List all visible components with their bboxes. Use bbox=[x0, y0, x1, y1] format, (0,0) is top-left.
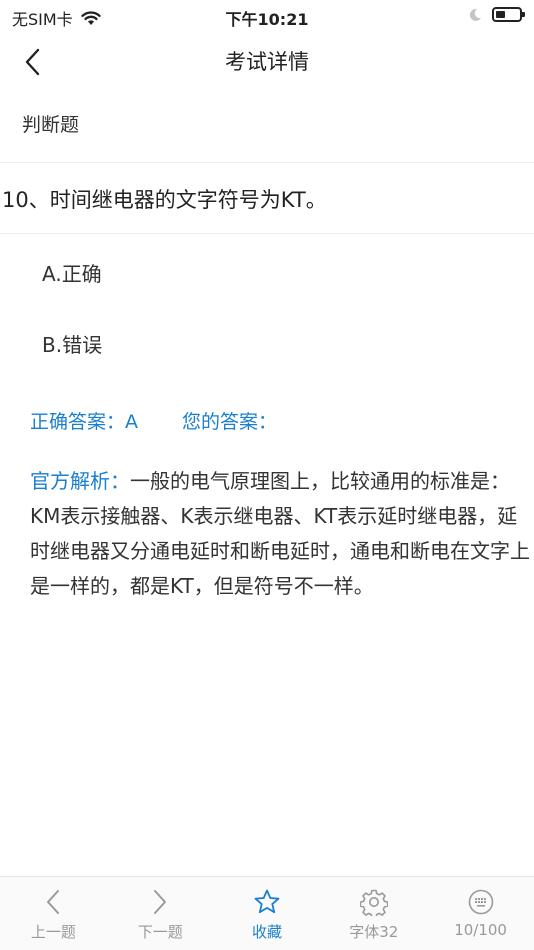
bottom-toolbar: 上一题 下一题 收藏 字体32 10/100 bbox=[0, 876, 534, 950]
clock: 下午10:21 bbox=[225, 10, 309, 29]
chevron-right-icon bbox=[154, 890, 167, 914]
official-analysis: 官方解析：一般的电气原理图上，比较通用的标准是：KM表示接触器、K表示继电器、K… bbox=[30, 464, 530, 604]
your-answer: 您的答案： bbox=[182, 411, 278, 433]
font-size-button[interactable]: 字体32 bbox=[320, 877, 427, 950]
page-title: 考试详情 bbox=[225, 50, 309, 74]
divider bbox=[0, 162, 534, 163]
option-b[interactable]: B.错误 bbox=[42, 329, 102, 358]
star-icon bbox=[254, 889, 280, 914]
previous-question-label: 上一题 bbox=[30, 923, 76, 941]
navigation-bar: 考试详情 bbox=[0, 32, 534, 90]
question-text: 10、时间继电器的文字符号为KT。 bbox=[2, 188, 327, 212]
moon-icon bbox=[469, 8, 481, 21]
correct-answer: 正确答案：A bbox=[30, 411, 138, 433]
analysis-label: 官方解析： bbox=[30, 469, 130, 493]
favorite-button[interactable]: 收藏 bbox=[214, 877, 321, 950]
gear-icon bbox=[359, 889, 388, 916]
progress-label: 10/100 bbox=[454, 921, 507, 939]
next-question-button[interactable]: 下一题 bbox=[107, 877, 214, 950]
option-a[interactable]: A.正确 bbox=[42, 258, 102, 287]
status-bar: 无SIM卡 下午10:21 bbox=[0, 0, 534, 32]
previous-question-button[interactable]: 上一题 bbox=[0, 877, 107, 950]
status-right bbox=[468, 7, 525, 22]
next-question-label: 下一题 bbox=[137, 923, 183, 941]
battery-icon bbox=[492, 7, 525, 22]
progress-button[interactable]: 10/100 bbox=[427, 877, 534, 950]
divider bbox=[0, 233, 534, 234]
font-size-label: 字体32 bbox=[349, 923, 399, 941]
answer-row: 正确答案：A 您的答案： bbox=[30, 407, 277, 434]
keyboard-icon bbox=[468, 889, 493, 915]
chevron-left-icon bbox=[47, 890, 60, 914]
favorite-label: 收藏 bbox=[251, 923, 282, 941]
question-type-label: 判断题 bbox=[22, 114, 80, 136]
